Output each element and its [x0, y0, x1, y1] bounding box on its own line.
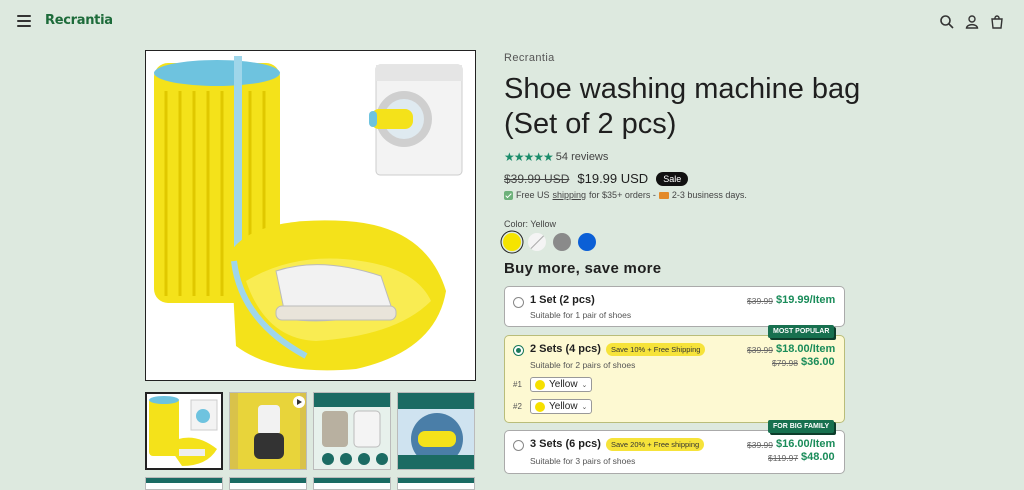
thumbnail-4[interactable]: [397, 392, 475, 470]
option-subtitle: Suitable for 1 pair of shoes: [530, 310, 632, 320]
chevron-down-icon: ⌄: [581, 403, 588, 411]
sale-badge: Sale: [656, 171, 689, 186]
shipping-suffix: for $35+ orders -: [589, 190, 656, 200]
product-vendor: Recrantia: [504, 52, 555, 64]
total-compare-price: $79.98: [772, 358, 798, 368]
variant-row-2: #2 Yellow ⌄: [513, 399, 593, 414]
swatch-white[interactable]: [528, 233, 546, 251]
thumbnail-image: [314, 393, 390, 469]
radio-option-1[interactable]: [513, 297, 524, 308]
most-popular-ribbon: MOST POPULAR: [768, 325, 835, 338]
option-subtitle: Suitable for 3 pairs of shoes: [530, 456, 636, 466]
shipping-link[interactable]: shipping: [553, 190, 587, 200]
thumbnail-8[interactable]: [397, 477, 475, 490]
variant-value: Yellow: [549, 401, 578, 412]
search-icon[interactable]: [939, 14, 955, 30]
variant-row-1: #1 Yellow ⌄: [513, 377, 593, 392]
bundle-option-2[interactable]: 2 Sets (4 pcs) Save 10% + Free Shipping …: [504, 335, 845, 423]
radio-option-3[interactable]: [513, 440, 524, 451]
product-main-image[interactable]: [145, 50, 476, 381]
total-compare-price: $119.97: [768, 453, 799, 463]
shoe-bag-photo: [154, 56, 463, 371]
bundle-option-1[interactable]: 1 Set (2 pcs) Suitable for 1 pair of sho…: [504, 286, 845, 327]
product-rating[interactable]: ★★★★★ 54 reviews: [504, 150, 608, 164]
delivery-time: 2-3 business days.: [671, 190, 747, 200]
shipping-note: Free US shipping for $35+ orders - 2-3 b…: [504, 190, 747, 200]
big-family-ribbon: FOR BIG FAMILY: [768, 420, 835, 433]
variant-select-1[interactable]: Yellow ⌄: [530, 377, 593, 392]
swatch-grey[interactable]: [553, 233, 571, 251]
variant-number: #1: [513, 380, 522, 389]
product-title: Shoe washing machine bag (Set of 2 pcs): [504, 73, 861, 140]
truck-icon: [658, 191, 669, 199]
total-price: $48.00: [801, 451, 835, 463]
menu-icon[interactable]: [17, 15, 31, 28]
unit-compare-price: $39.99: [747, 345, 773, 355]
shipping-prefix: Free US: [516, 190, 550, 200]
discount-pill: Save 10% + Free Shipping: [606, 343, 706, 356]
color-swatches: [503, 233, 596, 251]
thumbnail-1[interactable]: [145, 392, 223, 470]
thumbnail-image: [230, 393, 306, 469]
rating-stars: ★★★★★: [504, 150, 554, 164]
logo[interactable]: Recrantia: [45, 13, 113, 28]
variant-number: #2: [513, 402, 522, 411]
option-name: 3 Sets (6 pcs): [530, 438, 601, 450]
variant-select-2[interactable]: Yellow ⌄: [530, 399, 593, 414]
unit-price: $18.00/Item: [776, 343, 836, 355]
sale-price: $19.99 USD: [577, 171, 649, 186]
unit-compare-price: $39.99: [747, 296, 773, 306]
thumbnail-2-video[interactable]: [229, 392, 307, 470]
bundle-option-3[interactable]: 3 Sets (6 pcs) Save 20% + Free shipping …: [504, 430, 845, 474]
thumbnail-image: [149, 396, 218, 466]
thumbnail-image: [398, 393, 474, 469]
cart-icon[interactable]: [989, 14, 1005, 30]
account-icon[interactable]: [964, 14, 980, 30]
color-dot: [535, 379, 545, 390]
thumbnail-7[interactable]: [313, 477, 391, 490]
option-name: 2 Sets (4 pcs): [530, 343, 601, 355]
swatch-blue[interactable]: [578, 233, 596, 251]
price-row: $39.99 USD $19.99 USD Sale: [504, 171, 689, 186]
site-header: Recrantia: [0, 0, 1024, 46]
option-name: 1 Set (2 pcs): [530, 294, 595, 306]
review-count: 54 reviews: [555, 151, 609, 163]
bundle-title: Buy more, save more: [504, 260, 662, 277]
swatch-yellow[interactable]: [503, 233, 521, 251]
thumbnail-5[interactable]: [145, 477, 223, 490]
total-price: $36.00: [801, 356, 835, 368]
unit-price: $19.99/Item: [776, 294, 836, 306]
color-label: Color: Yellow: [504, 219, 557, 229]
thumbnail-3[interactable]: [313, 392, 391, 470]
variant-value: Yellow: [549, 379, 578, 390]
unit-compare-price: $39.99: [747, 440, 773, 450]
discount-pill: Save 20% + Free shipping: [606, 438, 705, 451]
checkmark-icon: [504, 190, 513, 200]
option-subtitle: Suitable for 2 pairs of shoes: [530, 360, 636, 370]
radio-option-2[interactable]: [513, 345, 524, 356]
compare-at-price: $39.99 USD: [504, 171, 570, 186]
thumbnail-6[interactable]: [229, 477, 307, 490]
chevron-down-icon: ⌄: [581, 381, 588, 389]
unit-price: $16.00/Item: [776, 438, 836, 450]
color-dot: [535, 401, 545, 412]
